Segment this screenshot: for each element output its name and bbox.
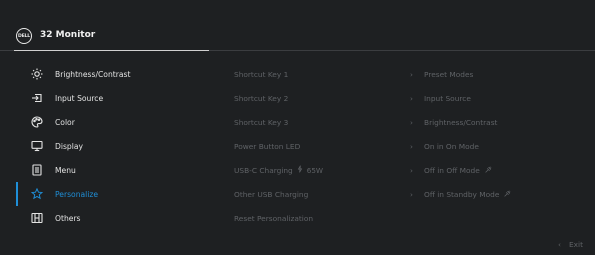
usb-c-wattage: 65W bbox=[306, 165, 324, 175]
chevron-right-icon: › bbox=[410, 117, 413, 127]
submenu-item-label: Other USB Charging bbox=[234, 189, 309, 199]
menu-item-input-source[interactable]: Input Source bbox=[0, 86, 220, 110]
submenu-item-label: USB-C Charging bbox=[234, 165, 293, 175]
menu-item-label: Input Source bbox=[55, 93, 104, 103]
value-label: Off in Off Mode bbox=[424, 165, 480, 175]
submenu-item-shortcut-key-1[interactable]: Shortcut Key 1 bbox=[234, 62, 414, 86]
exit-button[interactable]: ‹ Exit bbox=[558, 240, 583, 249]
others-icon bbox=[31, 212, 43, 224]
menu-item-label: Personalize bbox=[55, 189, 99, 199]
value-label: Input Source bbox=[424, 93, 471, 103]
submenu-item-shortcut-key-2[interactable]: Shortcut Key 2 bbox=[234, 86, 414, 110]
menu-item-menu[interactable]: Menu bbox=[0, 158, 220, 182]
power-plug-icon bbox=[484, 166, 492, 174]
chevron-right-icon: › bbox=[410, 93, 413, 103]
chevron-right-icon: › bbox=[410, 189, 413, 199]
menu-item-label: Others bbox=[55, 213, 81, 223]
osd-header: DELL 32 Monitor bbox=[0, 0, 595, 50]
monitor-title: 32 Monitor bbox=[40, 30, 96, 40]
value-shortcut-key-1[interactable]: › Preset Modes bbox=[410, 62, 590, 86]
chevron-right-icon: › bbox=[410, 165, 413, 175]
submenu-item-other-usb-charging[interactable]: Other USB Charging bbox=[234, 182, 414, 206]
submenu-item-reset-personalization[interactable]: Reset Personalization bbox=[234, 206, 414, 230]
usb-power-delivery-icon bbox=[296, 165, 304, 175]
submenu-item-label: Shortcut Key 2 bbox=[234, 93, 289, 103]
exit-label: Exit bbox=[569, 240, 583, 249]
value-shortcut-key-3[interactable]: › Brightness/Contrast bbox=[410, 110, 590, 134]
menu-item-brightness-contrast[interactable]: Brightness/Contrast bbox=[0, 62, 220, 86]
value-shortcut-key-2[interactable]: › Input Source bbox=[410, 86, 590, 110]
value-usb-c-charging[interactable]: › Off in Off Mode bbox=[410, 158, 590, 182]
dell-logo-icon: DELL bbox=[16, 28, 32, 44]
submenu-item-power-button-led[interactable]: Power Button LED bbox=[234, 134, 414, 158]
menu-item-label: Menu bbox=[55, 165, 76, 175]
monitor-osd: DELL 32 Monitor Brightness/Contrast Inpu… bbox=[0, 0, 595, 255]
chevron-left-icon: ‹ bbox=[558, 240, 561, 249]
menu-item-others[interactable]: Others bbox=[0, 206, 220, 230]
submenu-item-usb-c-charging[interactable]: USB-C Charging 65W bbox=[234, 158, 414, 182]
palette-icon bbox=[31, 116, 43, 128]
brightness-icon bbox=[31, 68, 43, 80]
value-power-button-led[interactable]: › On in On Mode bbox=[410, 134, 590, 158]
menu-item-label: Color bbox=[55, 117, 75, 127]
submenu-item-label: Power Button LED bbox=[234, 141, 301, 151]
input-source-icon bbox=[31, 92, 43, 104]
menu-icon bbox=[31, 164, 43, 176]
value-label: Preset Modes bbox=[424, 69, 474, 79]
menu-item-display[interactable]: Display bbox=[0, 134, 220, 158]
header-active-indicator bbox=[14, 50, 209, 51]
dell-logo-text: DELL bbox=[17, 33, 30, 39]
submenu-item-label: Reset Personalization bbox=[234, 213, 314, 223]
display-icon bbox=[31, 140, 43, 152]
chevron-right-icon: › bbox=[410, 69, 413, 79]
value-label: Brightness/Contrast bbox=[424, 117, 498, 127]
value-other-usb-charging[interactable]: › Off in Standby Mode bbox=[410, 182, 590, 206]
star-icon bbox=[31, 188, 43, 200]
value-label: Off in Standby Mode bbox=[424, 189, 500, 199]
submenu-item-label: Shortcut Key 3 bbox=[234, 117, 289, 127]
power-plug-icon bbox=[503, 190, 511, 198]
value-label: On in On Mode bbox=[424, 141, 479, 151]
chevron-right-icon: › bbox=[410, 141, 413, 151]
menu-item-color[interactable]: Color bbox=[0, 110, 220, 134]
submenu-item-shortcut-key-3[interactable]: Shortcut Key 3 bbox=[234, 110, 414, 134]
submenu-item-label: Shortcut Key 1 bbox=[234, 69, 289, 79]
menu-item-label: Display bbox=[55, 141, 83, 151]
menu-item-label: Brightness/Contrast bbox=[55, 69, 131, 79]
menu-item-personalize[interactable]: Personalize bbox=[0, 182, 220, 206]
